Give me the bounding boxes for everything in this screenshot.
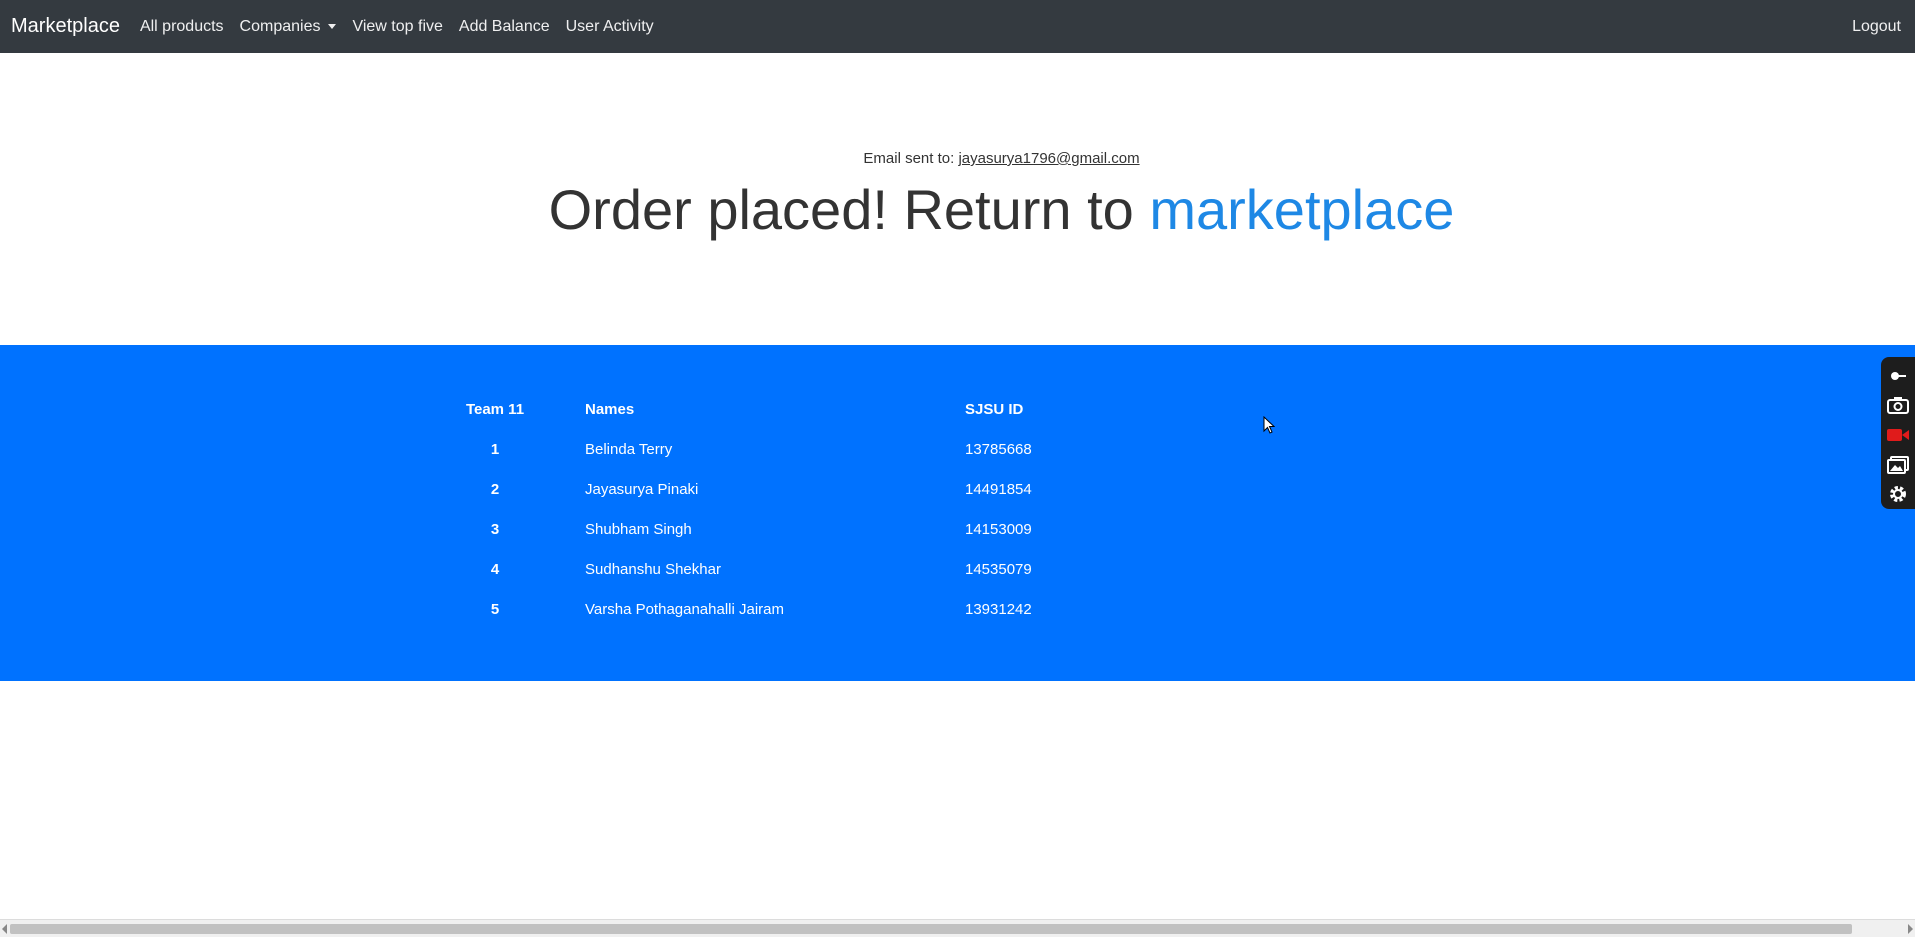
video-record-icon[interactable] bbox=[1885, 423, 1911, 447]
row-name: Varsha Pothaganahalli Jairam bbox=[585, 600, 785, 618]
return-marketplace-link[interactable]: marketplace bbox=[1149, 178, 1454, 241]
table-row: 5 Varsha Pothaganahalli Jairam 13931242 bbox=[405, 589, 1165, 629]
row-id: 14535079 bbox=[965, 560, 1032, 578]
email-address-link[interactable]: jayasurya1796@gmail.com bbox=[958, 150, 1139, 167]
scrollbar-thumb[interactable] bbox=[10, 924, 1852, 934]
team-table: Team 11 Names SJSU ID 1 Belinda Terry 13… bbox=[405, 389, 1165, 629]
team-table-header: Team 11 Names SJSU ID bbox=[405, 389, 1165, 429]
order-placed-heading: Order placed! Return to marketplace bbox=[0, 177, 1915, 242]
header-team: Team 11 bbox=[465, 400, 525, 418]
row-name: Belinda Terry bbox=[585, 440, 673, 458]
order-placed-text: Order placed! Return to bbox=[548, 178, 1134, 241]
row-name: Sudhanshu Shekhar bbox=[585, 560, 721, 578]
scroll-right-icon[interactable] bbox=[1908, 924, 1913, 934]
email-sent-line: Email sent to: jayasurya1796@gmail.com bbox=[0, 150, 1915, 167]
header-names: Names bbox=[585, 400, 635, 418]
row-number: 4 bbox=[490, 560, 500, 578]
mouse-cursor-icon bbox=[1263, 415, 1276, 439]
gear-icon[interactable] bbox=[1885, 482, 1911, 506]
nav-view-top-five[interactable]: View top five bbox=[344, 18, 450, 36]
row-name: Shubham Singh bbox=[585, 520, 692, 538]
table-row: 2 Jayasurya Pinaki 14491854 bbox=[405, 469, 1165, 509]
table-row: 1 Belinda Terry 13785668 bbox=[405, 429, 1165, 469]
brand-link[interactable]: Marketplace bbox=[11, 15, 120, 38]
pin-icon[interactable] bbox=[1885, 364, 1911, 388]
row-number: 1 bbox=[490, 440, 500, 458]
row-number: 2 bbox=[490, 480, 500, 498]
header-sjsu-id: SJSU ID bbox=[965, 400, 1024, 418]
row-number: 3 bbox=[490, 520, 500, 538]
nav-companies-dropdown[interactable]: Companies bbox=[232, 18, 345, 36]
row-name: Jayasurya Pinaki bbox=[585, 480, 699, 498]
team-footer: Team 11 Names SJSU ID 1 Belinda Terry 13… bbox=[0, 345, 1915, 681]
gallery-icon[interactable] bbox=[1885, 453, 1911, 477]
capture-toolbar bbox=[1881, 357, 1915, 509]
nav-links: All products Companies View top five Add… bbox=[132, 18, 662, 36]
order-confirmation: Email sent to: jayasurya1796@gmail.com O… bbox=[0, 150, 1915, 242]
table-row: 4 Sudhanshu Shekhar 14535079 bbox=[405, 549, 1165, 589]
row-number: 5 bbox=[490, 600, 500, 618]
scroll-left-icon[interactable] bbox=[2, 924, 7, 934]
email-sent-label: Email sent to: bbox=[863, 150, 955, 167]
nav-all-products[interactable]: All products bbox=[132, 18, 232, 36]
row-id: 14491854 bbox=[965, 480, 1032, 498]
table-row: 3 Shubham Singh 14153009 bbox=[405, 509, 1165, 549]
top-navbar: Marketplace All products Companies View … bbox=[0, 0, 1915, 53]
caret-down-icon bbox=[328, 24, 337, 29]
nav-add-balance[interactable]: Add Balance bbox=[451, 18, 558, 36]
logout-link[interactable]: Logout bbox=[1852, 0, 1901, 53]
row-id: 13785668 bbox=[965, 440, 1032, 458]
row-id: 13931242 bbox=[965, 600, 1032, 618]
horizontal-scrollbar[interactable] bbox=[0, 919, 1915, 937]
camera-icon[interactable] bbox=[1885, 394, 1911, 418]
nav-companies-label: Companies bbox=[239, 17, 321, 35]
nav-user-activity[interactable]: User Activity bbox=[558, 18, 662, 36]
row-id: 14153009 bbox=[965, 520, 1032, 538]
